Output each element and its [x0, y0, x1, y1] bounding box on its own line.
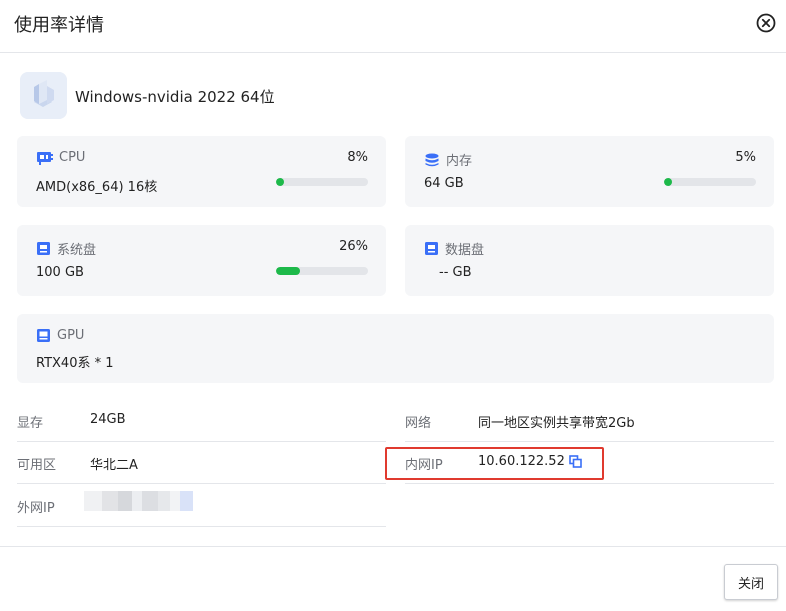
vram-row: 显存 24GB: [17, 400, 386, 442]
os-name: Windows-nvidia 2022 64位: [75, 88, 275, 106]
cpu-label: CPU: [59, 150, 86, 165]
gpu-icon: [37, 328, 50, 342]
system-disk-usage-bar: [276, 267, 368, 275]
close-circle-icon[interactable]: [756, 13, 776, 33]
network-key: 网络: [405, 416, 432, 431]
cpu-icon: [37, 151, 53, 165]
cpu-card: CPU 8% AMD(x86_64) 16核: [17, 136, 386, 207]
disk-icon: [425, 241, 438, 255]
memory-usage-bar: [664, 178, 756, 186]
cpu-usage-bar: [276, 178, 368, 186]
cpu-value: AMD(x86_64) 16核: [36, 180, 158, 195]
system-disk-value: 100 GB: [36, 265, 84, 280]
data-disk-value: -- GB: [439, 265, 472, 280]
public-ip-key: 外网IP: [17, 501, 55, 516]
windows-os-icon: [20, 72, 67, 119]
close-button[interactable]: 关闭: [724, 564, 778, 600]
system-disk-label: 系统盘: [57, 243, 97, 258]
memory-icon: [425, 153, 439, 166]
vram-value: 24GB: [90, 412, 126, 427]
gpu-card: GPU RTX40系 * 1: [17, 314, 774, 383]
memory-label: 内存: [446, 154, 473, 169]
gpu-value: RTX40系 * 1: [36, 356, 114, 371]
data-disk-card: 数据盘 -- GB: [405, 225, 774, 296]
system-disk-card: 系统盘 26% 100 GB: [17, 225, 386, 296]
vram-key: 显存: [17, 416, 44, 431]
network-value: 同一地区实例共享带宽2Gb: [478, 416, 635, 431]
system-disk-percent: 26%: [339, 239, 368, 254]
zone-value: 华北二A: [90, 458, 138, 473]
memory-percent: 5%: [735, 150, 756, 165]
copy-icon[interactable]: [569, 455, 582, 468]
gpu-label: GPU: [57, 328, 85, 343]
footer-divider: [0, 546, 786, 547]
zone-key: 可用区: [17, 458, 57, 473]
public-ip-row: 外网IP: [17, 485, 386, 527]
memory-card: 内存 5% 64 GB: [405, 136, 774, 207]
data-disk-label: 数据盘: [445, 243, 485, 258]
dialog-header: 使用率详情: [0, 0, 786, 53]
zone-row: 可用区 华北二A: [17, 442, 386, 484]
network-row: 网络 同一地区实例共享带宽2Gb: [405, 400, 774, 442]
disk-icon: [37, 241, 50, 255]
cpu-percent: 8%: [347, 150, 368, 165]
public-ip-masked-value: [84, 491, 193, 511]
memory-value: 64 GB: [424, 176, 464, 191]
dialog-title: 使用率详情: [14, 15, 104, 36]
